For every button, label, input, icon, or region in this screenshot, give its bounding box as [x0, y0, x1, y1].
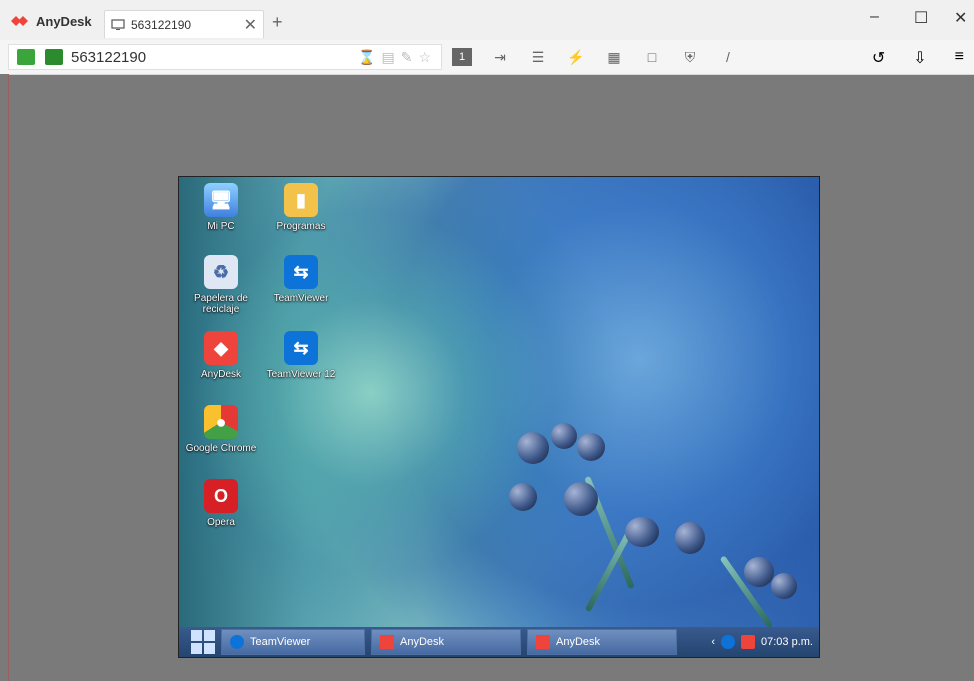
address-bar[interactable]: 563122190 ⌛ ▤ ✎ ☆: [8, 44, 442, 70]
minimize-button[interactable]: –: [870, 8, 879, 26]
favorite-star-icon[interactable]: ☆: [418, 49, 431, 66]
icon-label: Papelera de reciclaje: [194, 293, 248, 315]
chat-button[interactable]: ☰: [528, 48, 548, 66]
title-bar: AnyDesk 563122190 ✕ + – ☐ ✕: [0, 0, 974, 40]
desktop-icon-google-chrome[interactable]: ● Google Chrome: [183, 405, 259, 454]
monitor-button[interactable]: □: [642, 48, 662, 66]
taskbar-item-anydesk-1[interactable]: AnyDesk: [371, 629, 521, 655]
desktop-wallpaper: [179, 177, 819, 657]
anydesk-icon: [380, 635, 394, 649]
actions-button[interactable]: ⚡: [566, 48, 586, 66]
icon-label: TeamViewer: [273, 293, 329, 304]
clock: 07:03 p.m.: [761, 636, 813, 648]
taskbar-item-label: AnyDesk: [400, 636, 445, 648]
taskbar: TeamViewer AnyDesk AnyDesk ‹ 07:03 p.m.: [179, 627, 819, 657]
flower: [509, 483, 537, 511]
remote-desktop-view[interactable]: 🖥 Mi PC ▮ Programas ♻ Papelera de recicl…: [178, 176, 820, 658]
transfer-button[interactable]: ⇥: [490, 48, 510, 66]
taskbar-item-teamviewer[interactable]: TeamViewer: [221, 629, 365, 655]
teamviewer-icon: ⇆: [284, 255, 318, 289]
taskbar-item-label: AnyDesk: [556, 636, 601, 648]
edit-icon[interactable]: ✎: [401, 49, 413, 66]
tray-teamviewer-icon[interactable]: [721, 635, 736, 649]
tray-anydesk-icon[interactable]: [741, 635, 756, 649]
folder-icon: ▮: [284, 183, 318, 217]
desktop-icon-anydesk[interactable]: ◆ AnyDesk: [183, 331, 259, 380]
pc-icon: 🖥: [204, 183, 238, 217]
teamviewer-icon: ⇆: [284, 331, 318, 365]
toolbar-actions: 1 ⇥ ☰ ⚡ ▦ □ ⛨ /: [452, 48, 738, 66]
flower: [675, 522, 705, 554]
verified-icon: [45, 49, 63, 65]
toolbar-right: ↺ ⇩ ≡: [872, 48, 964, 68]
close-tab-icon[interactable]: ✕: [244, 15, 257, 35]
brand: AnyDesk: [10, 12, 92, 30]
brand-name: AnyDesk: [36, 13, 92, 29]
system-tray: ‹ 07:03 p.m.: [711, 635, 813, 649]
desktop-icon-teamviewer-12[interactable]: ⇆ TeamViewer 12: [263, 331, 339, 380]
icon-label: TeamViewer 12: [266, 369, 336, 380]
recycle-bin-icon: ♻: [204, 255, 238, 289]
maximize-button[interactable]: ☐: [914, 8, 928, 28]
chrome-icon: ●: [204, 405, 238, 439]
flower: [517, 432, 549, 464]
download-icon[interactable]: ⇩: [913, 48, 926, 68]
icon-label: Programas: [276, 221, 326, 232]
flower: [744, 557, 774, 587]
anydesk-logo-icon: [10, 12, 30, 30]
menu-icon[interactable]: ≡: [955, 48, 964, 68]
tray-chevron-icon[interactable]: ‹: [711, 636, 715, 648]
flower: [551, 423, 577, 449]
taskbar-item-label: TeamViewer: [250, 636, 311, 648]
icon-label: Google Chrome: [185, 443, 257, 454]
flower: [625, 517, 659, 547]
new-tab-button[interactable]: +: [272, 12, 283, 33]
desktop-icon-opera[interactable]: O Opera: [183, 479, 259, 528]
start-tile-3: [191, 643, 202, 654]
desktop-icon-programas[interactable]: ▮ Programas: [263, 183, 339, 232]
start-button[interactable]: [191, 630, 215, 654]
anydesk-icon: [536, 635, 550, 649]
anydesk-icon: ◆: [204, 331, 238, 365]
icon-label: AnyDesk: [200, 369, 241, 380]
anydesk-logo-svg: [11, 16, 28, 26]
frame-left-edge: [0, 74, 9, 681]
teamviewer-icon: [230, 635, 244, 649]
address-icons: ⌛ ▤ ✎ ☆: [358, 49, 431, 66]
desktop-icon-teamviewer[interactable]: ⇆ TeamViewer: [263, 255, 339, 304]
toolbar: 563122190 ⌛ ▤ ✎ ☆ 1 ⇥ ☰ ⚡ ▦ □ ⛨ / ↺ ⇩ ≡: [0, 40, 974, 75]
desktop-icon-recycle-bin[interactable]: ♻ Papelera de reciclaje: [183, 255, 259, 315]
monitor-icon: [111, 18, 125, 30]
session-tab-title: 563122190: [131, 17, 192, 32]
desktop-icon-mi-pc[interactable]: 🖥 Mi PC: [183, 183, 259, 232]
logo-diamond-right: [18, 16, 28, 26]
address-input[interactable]: 563122190: [71, 49, 146, 66]
opera-icon: O: [204, 479, 238, 513]
permissions-button[interactable]: ⛨: [680, 48, 700, 66]
monitor-stand: [116, 28, 120, 30]
flower: [577, 433, 605, 461]
taskbar-item-anydesk-2[interactable]: AnyDesk: [527, 629, 677, 655]
display-1-button[interactable]: 1: [452, 48, 472, 66]
connection-status-icon: [17, 49, 35, 65]
storage-icon[interactable]: ▤: [381, 49, 394, 66]
monitor-screen: [111, 18, 125, 29]
start-tile-1: [191, 630, 202, 641]
flower: [564, 482, 598, 516]
hourglass-icon[interactable]: ⌛: [358, 49, 375, 66]
icon-label: Mi PC: [207, 221, 235, 232]
close-button[interactable]: ✕: [954, 8, 967, 28]
flower: [771, 573, 797, 599]
keyboard-button[interactable]: ▦: [604, 48, 624, 66]
history-icon[interactable]: ↺: [872, 48, 885, 68]
start-tile-2: [204, 630, 215, 641]
session-tab[interactable]: 563122190 ✕: [104, 10, 264, 38]
draw-button[interactable]: /: [718, 48, 738, 66]
icon-label: Opera: [207, 517, 235, 528]
start-tile-4: [204, 643, 215, 654]
